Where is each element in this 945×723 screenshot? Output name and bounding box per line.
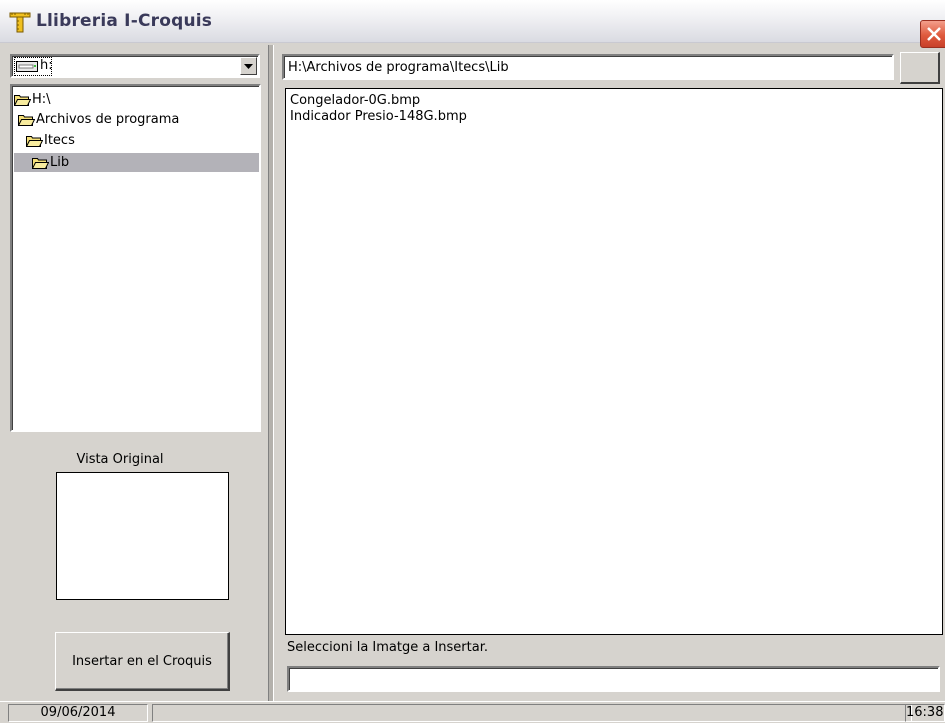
path-field[interactable]: H:\Archivos de programa\Itecs\Lib <box>282 54 894 80</box>
tree-item-root[interactable]: H:\ <box>14 90 114 109</box>
open-folder-icon <box>18 115 35 126</box>
window-title: Llibreria I-Croquis <box>36 11 213 31</box>
selected-file-input[interactable] <box>287 666 940 692</box>
panel-splitter[interactable] <box>268 45 274 701</box>
file-list-item[interactable]: Indicador Presio-148G.bmp <box>290 109 467 125</box>
file-list-item[interactable]: Congelador-0G.bmp <box>290 93 420 109</box>
drive-select[interactable]: h: <box>10 54 260 78</box>
app-ruler-icon <box>9 12 31 33</box>
title-bar[interactable]: Llibreria I-Croquis <box>0 0 945 48</box>
tree-item-lib[interactable]: Lib <box>14 153 259 172</box>
path-text: H:\Archivos de programa\Itecs\Lib <box>288 60 509 75</box>
preview-image-box <box>56 472 229 600</box>
drive-dropdown-button[interactable] <box>240 57 257 75</box>
preview-label: Vista Original <box>76 452 164 467</box>
status-bar: 09/06/2014 16:38 <box>0 701 945 723</box>
insert-into-sketch-button[interactable]: Insertar en el Croquis <box>55 632 230 691</box>
chevron-down-icon <box>244 64 253 69</box>
tree-item-itecs[interactable]: Itecs <box>26 131 146 150</box>
open-folder-icon <box>14 95 31 106</box>
drive-label: h: <box>40 58 53 73</box>
file-list[interactable]: Congelador-0G.bmp Indicador Presio-148G.… <box>285 88 943 635</box>
close-button[interactable] <box>920 20 945 48</box>
status-message <box>152 704 912 722</box>
status-date: 09/06/2014 <box>8 704 148 722</box>
folder-tree[interactable]: H:\ Archivos de programa Itecs Lib <box>10 84 261 432</box>
close-icon <box>927 27 941 41</box>
status-time: 16:38 <box>905 704 945 722</box>
open-folder-icon <box>26 136 43 147</box>
tree-item-archivos[interactable]: Archivos de programa <box>18 110 218 129</box>
path-button[interactable] <box>900 52 940 84</box>
drive-icon <box>16 61 38 72</box>
instruction-text: Seleccioni la Imatge a Insertar. <box>287 640 488 655</box>
insert-button-label: Insertar en el Croquis <box>72 653 212 669</box>
open-folder-icon <box>32 158 49 169</box>
